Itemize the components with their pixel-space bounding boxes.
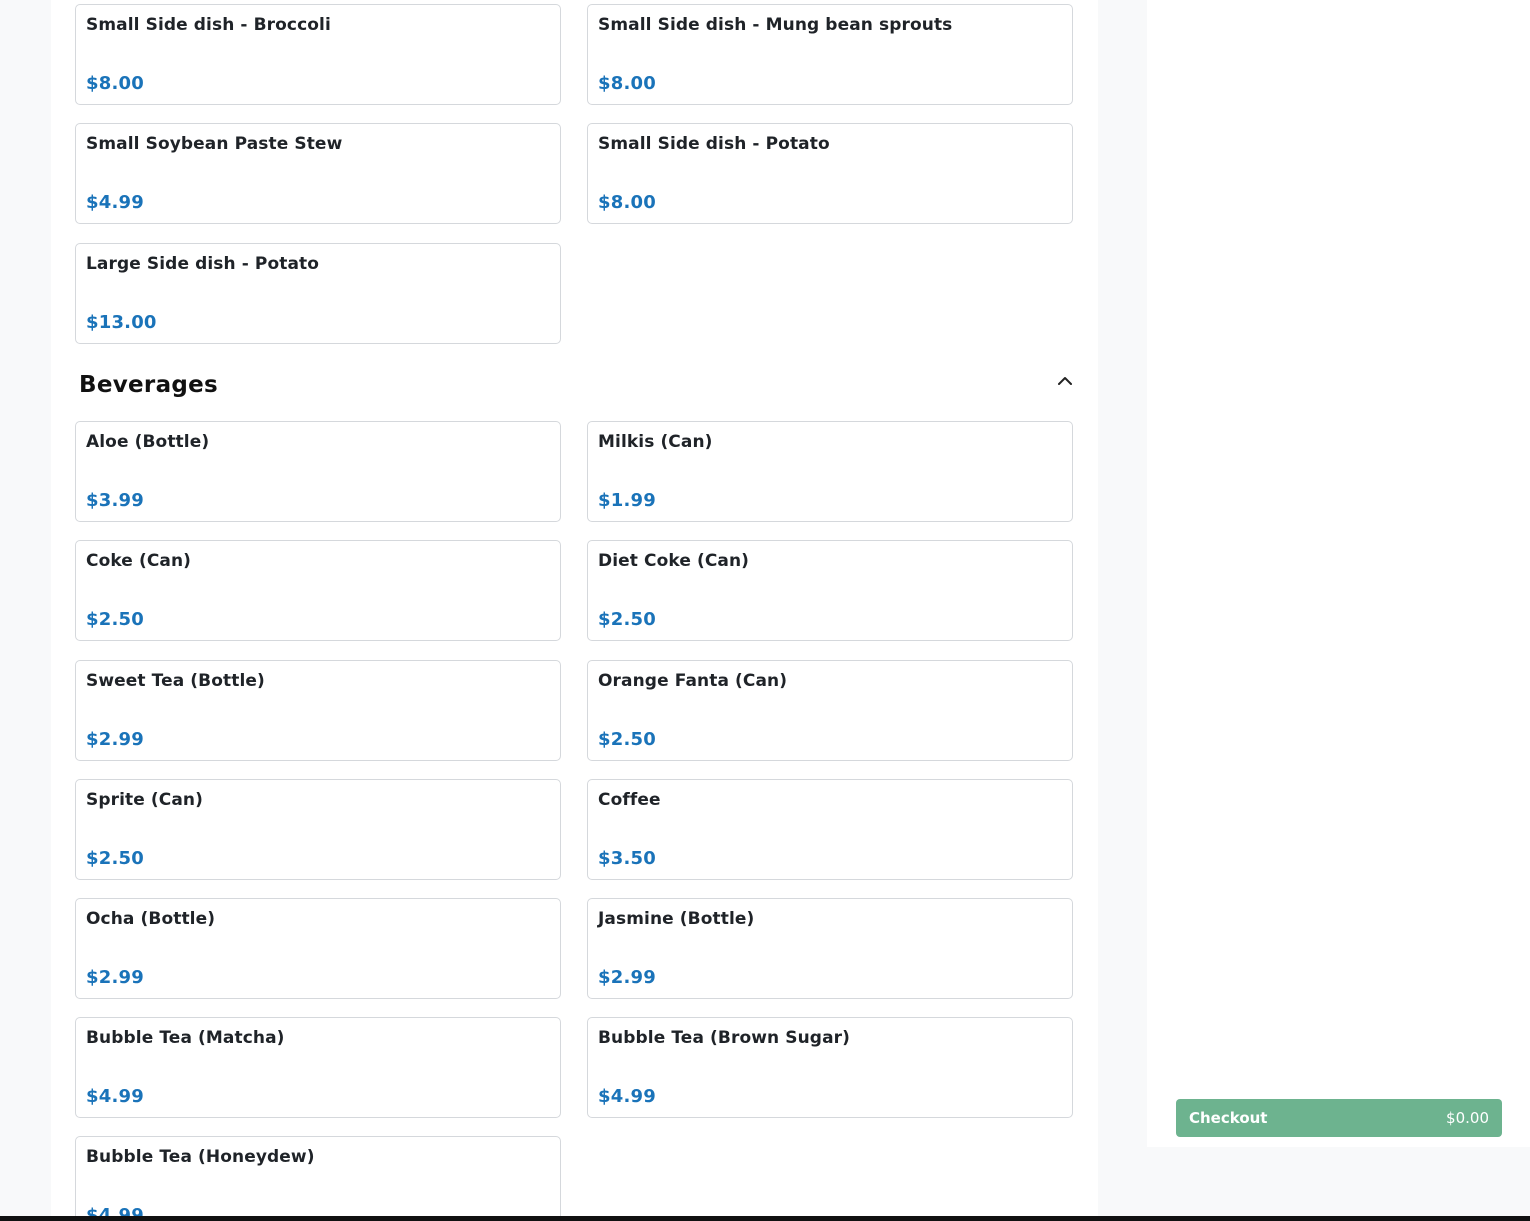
cart-panel <box>1147 0 1530 1147</box>
item-price: $2.99 <box>86 967 144 988</box>
menu-item-card[interactable]: Bubble Tea (Matcha) $4.99 <box>75 1017 561 1118</box>
item-price: $1.99 <box>598 490 656 511</box>
item-name: Sprite (Can) <box>86 790 203 810</box>
menu-item-card[interactable]: Large Side dish - Potato $13.00 <box>75 243 561 344</box>
item-name: Bubble Tea (Matcha) <box>86 1028 285 1048</box>
item-price: $8.00 <box>86 73 144 94</box>
item-name: Small Side dish - Potato <box>598 134 830 154</box>
menu-item-card[interactable]: Diet Coke (Can) $2.50 <box>587 540 1073 641</box>
item-name: Small Soybean Paste Stew <box>86 134 343 154</box>
menu-item-card[interactable]: Ocha (Bottle) $2.99 <box>75 898 561 999</box>
menu-item-card[interactable]: Sweet Tea (Bottle) $2.99 <box>75 660 561 761</box>
item-name: Bubble Tea (Brown Sugar) <box>598 1028 850 1048</box>
item-name: Ocha (Bottle) <box>86 909 216 929</box>
menu-item-card[interactable]: Orange Fanta (Can) $2.50 <box>587 660 1073 761</box>
item-price: $4.99 <box>598 1086 656 1107</box>
menu-item-card[interactable]: Coke (Can) $2.50 <box>75 540 561 641</box>
menu-item-card[interactable]: Small Side dish - Mung bean sprouts $8.0… <box>587 4 1073 105</box>
menu-item-card[interactable]: Jasmine (Bottle) $2.99 <box>587 898 1073 999</box>
checkout-button[interactable]: Checkout $0.00 <box>1176 1099 1502 1137</box>
menu-item-card[interactable]: Bubble Tea (Honeydew) $4.99 <box>75 1136 561 1221</box>
item-price: $2.50 <box>86 609 144 630</box>
item-price: $8.00 <box>598 73 656 94</box>
item-name: Milkis (Can) <box>598 432 713 452</box>
item-name: Small Side dish - Broccoli <box>86 15 331 35</box>
menu-column: Small Side dish - Broccoli $8.00 Small S… <box>51 0 1098 1221</box>
menu-item-card[interactable]: Small Side dish - Potato $8.00 <box>587 123 1073 224</box>
menu-item-card[interactable]: Milkis (Can) $1.99 <box>587 421 1073 522</box>
item-price: $2.50 <box>598 729 656 750</box>
menu-item-card[interactable]: Small Soybean Paste Stew $4.99 <box>75 123 561 224</box>
bottom-edge-bar <box>0 1216 1530 1221</box>
item-name: Large Side dish - Potato <box>86 254 320 274</box>
menu-item-card[interactable]: Bubble Tea (Brown Sugar) $4.99 <box>587 1017 1073 1118</box>
chevron-up-icon[interactable] <box>1051 366 1079 394</box>
item-price: $3.99 <box>86 490 144 511</box>
checkout-label: Checkout <box>1189 1109 1268 1127</box>
item-name: Orange Fanta (Can) <box>598 671 788 691</box>
item-price: $13.00 <box>86 312 157 333</box>
item-price: $3.50 <box>598 848 656 869</box>
item-price: $2.99 <box>598 967 656 988</box>
item-price: $4.99 <box>86 1086 144 1107</box>
item-name: Coffee <box>598 790 661 810</box>
item-price: $2.99 <box>86 729 144 750</box>
page: Small Side dish - Broccoli $8.00 Small S… <box>0 0 1530 1221</box>
item-price: $4.99 <box>86 192 144 213</box>
item-name: Diet Coke (Can) <box>598 551 750 571</box>
item-name: Aloe (Bottle) <box>86 432 210 452</box>
item-price: $2.50 <box>86 848 144 869</box>
menu-item-card[interactable]: Coffee $3.50 <box>587 779 1073 880</box>
checkout-total: $0.00 <box>1446 1109 1489 1127</box>
item-price: $2.50 <box>598 609 656 630</box>
menu-item-card[interactable]: Sprite (Can) $2.50 <box>75 779 561 880</box>
menu-item-card[interactable]: Aloe (Bottle) $3.99 <box>75 421 561 522</box>
menu-item-card[interactable]: Small Side dish - Broccoli $8.00 <box>75 4 561 105</box>
item-name: Jasmine (Bottle) <box>598 909 755 929</box>
item-name: Small Side dish - Mung bean sprouts <box>598 15 953 35</box>
item-name: Coke (Can) <box>86 551 192 571</box>
section-title-beverages: Beverages <box>79 372 219 398</box>
item-name: Sweet Tea (Bottle) <box>86 671 265 691</box>
item-price: $8.00 <box>598 192 656 213</box>
item-name: Bubble Tea (Honeydew) <box>86 1147 315 1167</box>
